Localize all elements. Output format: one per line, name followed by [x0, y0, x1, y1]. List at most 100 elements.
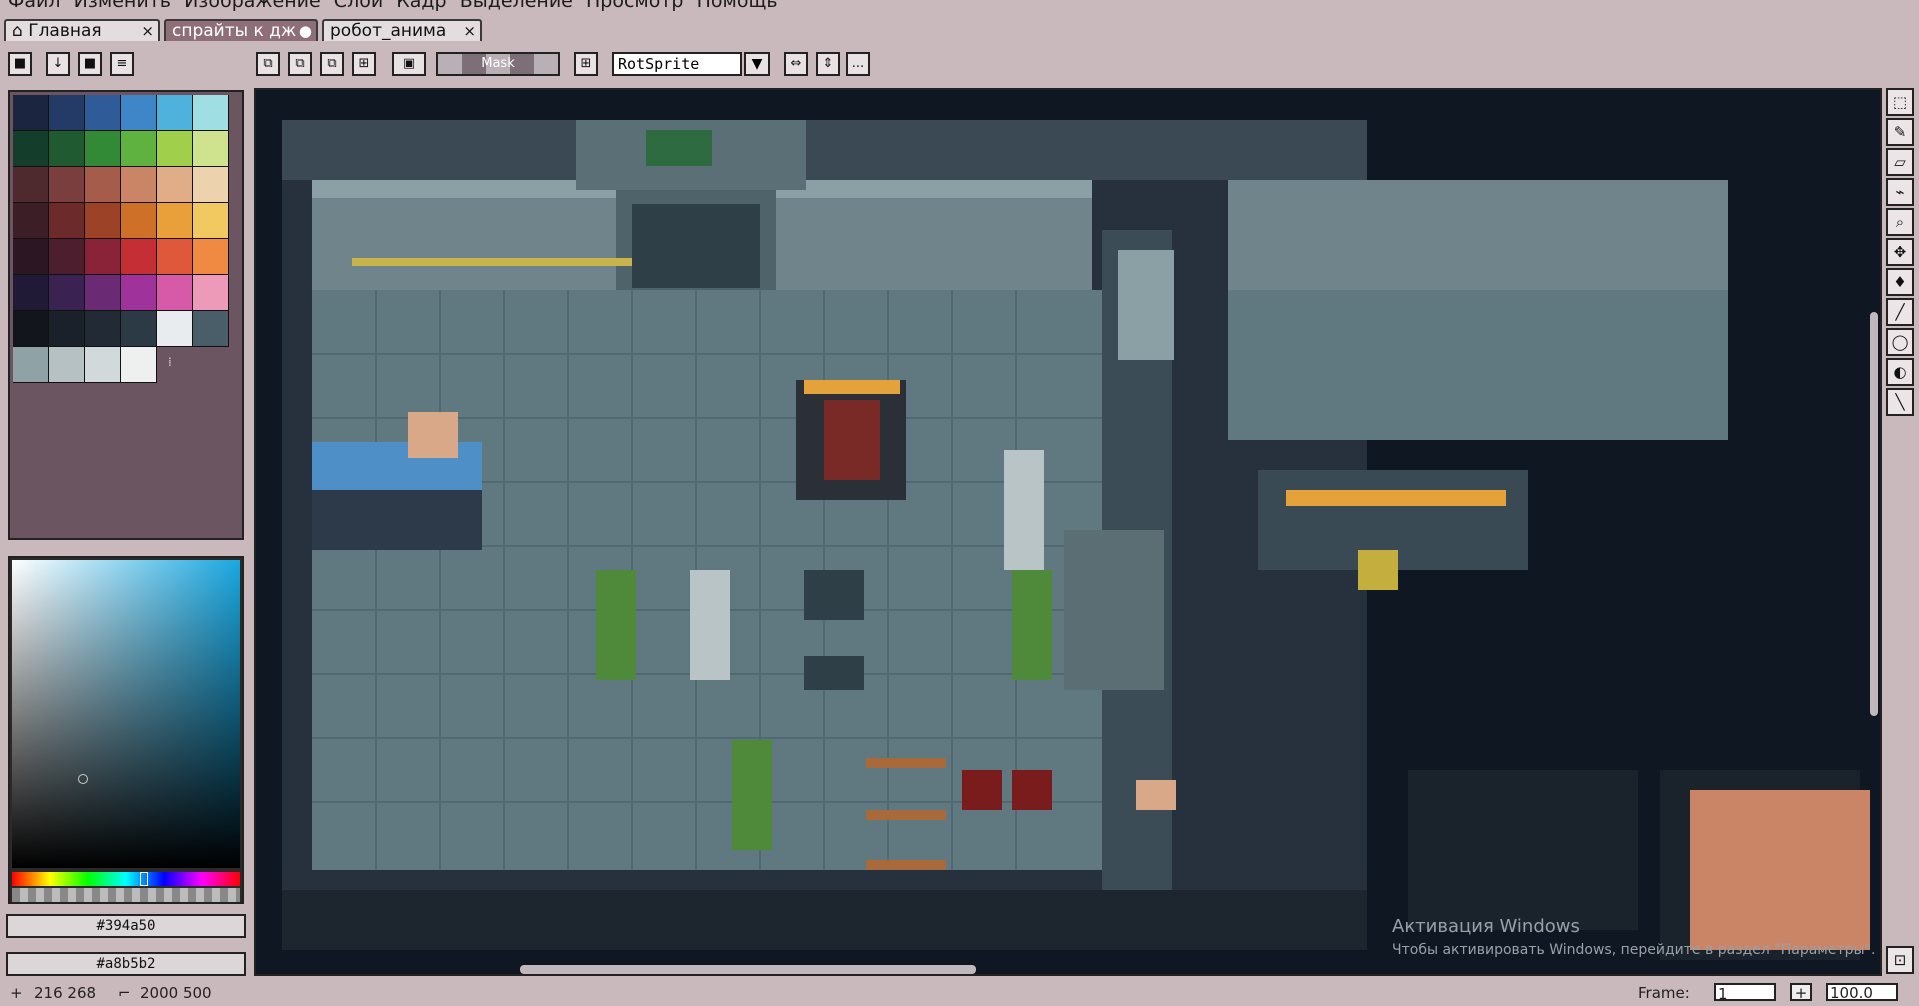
more-options-button[interactable]: ...	[846, 52, 870, 76]
palette-swatch[interactable]	[193, 239, 229, 275]
palette-swatch[interactable]	[85, 131, 121, 167]
palette-swatch[interactable]	[85, 203, 121, 239]
palette-swatch[interactable]	[13, 239, 49, 275]
palette-swatch[interactable]	[49, 131, 85, 167]
primary-color-hex[interactable]: #394a50	[6, 914, 246, 938]
palette-swatch[interactable]	[121, 95, 157, 131]
close-icon[interactable]: ×	[463, 21, 476, 41]
palette-swatch[interactable]	[193, 203, 229, 239]
palette-swatch[interactable]	[157, 311, 193, 347]
menu-view[interactable]: Просмотр	[586, 0, 684, 11]
rotation-algorithm-select[interactable]: RotSprite	[612, 52, 742, 76]
select-merge-icon[interactable]: ⧉	[320, 52, 344, 76]
tab-robot-anim[interactable]: робот_анима ×	[322, 19, 482, 41]
palette-swatch[interactable]	[85, 95, 121, 131]
palette-swatch[interactable]	[49, 239, 85, 275]
palette-swatch[interactable]	[121, 203, 157, 239]
pixel-grid-icon[interactable]: ⊞	[574, 52, 598, 76]
menu-select[interactable]: Выделение	[460, 0, 573, 11]
palette-swatch[interactable]	[193, 167, 229, 203]
palette-swatch[interactable]	[85, 275, 121, 311]
palette-swatch[interactable]	[85, 311, 121, 347]
eraser-icon[interactable]: ▱	[1886, 148, 1914, 176]
horizontal-scrollbar[interactable]	[520, 965, 976, 974]
palette-swatch[interactable]	[193, 275, 229, 311]
chevron-down-icon[interactable]: ▼	[744, 52, 770, 76]
alpha-slider[interactable]	[12, 888, 240, 902]
select-copy-icon[interactable]: ⧉	[256, 52, 280, 76]
secondary-color-hex[interactable]: #a8b5b2	[6, 952, 246, 976]
palette-swatch[interactable]	[121, 167, 157, 203]
brush-icon[interactable]: ╲	[1886, 388, 1914, 416]
tab-home[interactable]: ⌂ Главная ×	[4, 19, 160, 41]
tab-sprites[interactable]: спрайты к дж ●	[164, 19, 318, 41]
palette-swatch[interactable]	[85, 347, 121, 383]
palette-handle-icon[interactable]: ⁞	[168, 355, 172, 369]
menu-image[interactable]: Изображение	[184, 0, 321, 11]
eyedropper-icon[interactable]: ⌁	[1886, 178, 1914, 206]
close-icon[interactable]: ×	[141, 21, 154, 41]
palette-swatch[interactable]	[157, 167, 193, 203]
palette-swatch[interactable]	[13, 311, 49, 347]
flip-vertical-icon[interactable]: ⇕	[816, 52, 840, 76]
dither-icon[interactable]: ◐	[1886, 358, 1914, 386]
palette-swatch[interactable]	[13, 347, 49, 383]
palette-swatch[interactable]	[193, 311, 229, 347]
menu-help[interactable]: Помощь	[697, 0, 778, 11]
zoom-icon[interactable]: ⌕	[1886, 208, 1914, 236]
palette-swatch[interactable]	[49, 275, 85, 311]
palette-swatch[interactable]	[13, 131, 49, 167]
menu-layers[interactable]: Слои	[334, 0, 383, 11]
add-frame-icon[interactable]: +	[1790, 983, 1812, 1001]
palette-swatch[interactable]	[121, 239, 157, 275]
square-icon[interactable]: ■	[78, 52, 102, 76]
palette-swatch[interactable]	[157, 203, 193, 239]
palette-swatch[interactable]	[13, 275, 49, 311]
pixel-art-canvas[interactable]	[256, 90, 1880, 974]
palette-swatch[interactable]	[193, 95, 229, 131]
palette-swatch[interactable]	[13, 203, 49, 239]
mask-toggle[interactable]: Mask	[436, 52, 560, 76]
select-paste-icon[interactable]: ⧉	[288, 52, 312, 76]
palette-swatch[interactable]	[121, 347, 157, 383]
arrow-down-icon[interactable]: ↓	[46, 52, 70, 76]
fit-screen-icon[interactable]: ⊡	[1886, 946, 1914, 974]
menu-file[interactable]: Файл	[8, 0, 61, 11]
palette-swatch[interactable]	[157, 95, 193, 131]
lock-icon[interactable]: ■	[8, 52, 32, 76]
palette-swatch[interactable]	[157, 131, 193, 167]
ellipse-icon[interactable]: ◯	[1886, 328, 1914, 356]
marquee-select-icon[interactable]: ⬚	[1886, 88, 1914, 116]
palette-swatch[interactable]	[193, 131, 229, 167]
picker-cursor-icon[interactable]	[78, 774, 88, 784]
palette-swatch[interactable]	[121, 311, 157, 347]
palette-swatch[interactable]	[49, 311, 85, 347]
palette-swatch[interactable]	[49, 203, 85, 239]
menu-lines-icon[interactable]: ≡	[110, 52, 134, 76]
color-picker[interactable]	[8, 556, 244, 904]
zoom-input[interactable]: 100.0	[1826, 983, 1898, 1001]
palette-swatch[interactable]	[157, 275, 193, 311]
hue-slider[interactable]	[12, 872, 240, 886]
palette-swatch[interactable]	[85, 167, 121, 203]
fill-bucket-icon[interactable]: ♦	[1886, 268, 1914, 296]
palette-swatch[interactable]	[49, 347, 85, 383]
pencil-icon[interactable]: ✎	[1886, 118, 1914, 146]
vertical-scrollbar[interactable]	[1870, 312, 1878, 716]
flip-horizontal-icon[interactable]: ⇔	[784, 52, 808, 76]
unsaved-dot-icon[interactable]: ●	[299, 21, 312, 41]
move-icon[interactable]: ✥	[1886, 238, 1914, 266]
palette-swatch[interactable]	[49, 95, 85, 131]
frame-input[interactable]: 1	[1714, 983, 1776, 1003]
palette-swatch[interactable]	[49, 167, 85, 203]
select-all-icon[interactable]: ▣	[392, 52, 426, 76]
line-icon[interactable]: ╱	[1886, 298, 1914, 326]
canvas-area[interactable]	[254, 88, 1882, 976]
palette-swatch[interactable]	[121, 275, 157, 311]
saturation-value-area[interactable]	[12, 560, 240, 868]
palette-swatch[interactable]	[121, 131, 157, 167]
palette-swatch[interactable]	[13, 167, 49, 203]
menu-frame[interactable]: Кадр	[396, 0, 446, 11]
palette-swatch[interactable]	[85, 239, 121, 275]
palette-swatch[interactable]	[157, 239, 193, 275]
